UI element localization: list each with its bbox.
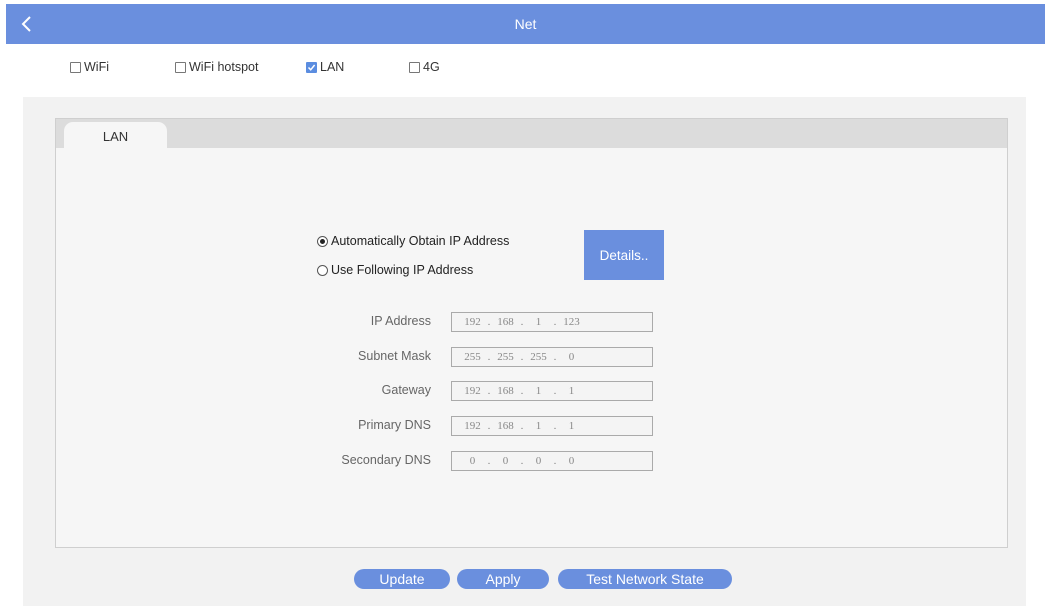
radio-manual-ip-label: Use Following IP Address bbox=[331, 263, 474, 277]
update-button[interactable]: Update bbox=[354, 569, 450, 589]
octet: 0 bbox=[502, 455, 509, 467]
subnet-mask-input[interactable]: 255. 255. 255. 0 bbox=[451, 347, 653, 367]
octet: 192 bbox=[464, 385, 481, 397]
checkbox-wifi-hotspot-label: WiFi hotspot bbox=[189, 60, 259, 74]
octet: 1 bbox=[568, 420, 575, 432]
octet: 0 bbox=[568, 351, 575, 363]
octet: 1 bbox=[535, 316, 542, 328]
details-button[interactable]: Details.. bbox=[584, 230, 664, 280]
primary-dns-label: Primary DNS bbox=[358, 418, 431, 432]
checkbox-icon bbox=[175, 61, 186, 73]
radio-selected-icon bbox=[317, 235, 328, 247]
octet: 0 bbox=[568, 455, 575, 467]
radio-manual-ip[interactable]: Use Following IP Address bbox=[317, 261, 473, 279]
secondary-dns-input[interactable]: 0. 0. 0. 0 bbox=[451, 451, 653, 471]
checkbox-wifi-hotspot[interactable]: WiFi hotspot bbox=[175, 56, 258, 78]
octet: 255 bbox=[464, 351, 481, 363]
tab-lan[interactable]: LAN bbox=[64, 122, 167, 149]
radio-auto-ip[interactable]: Automatically Obtain IP Address bbox=[317, 232, 509, 250]
octet: 168 bbox=[497, 420, 514, 432]
gateway-label: Gateway bbox=[381, 383, 431, 397]
gateway-input[interactable]: 192. 168. 1. 1 bbox=[451, 381, 653, 401]
octet: 0 bbox=[535, 455, 542, 467]
checkbox-lan-label: LAN bbox=[320, 60, 345, 74]
secondary-dns-label: Secondary DNS bbox=[341, 453, 431, 467]
octet: 123 bbox=[563, 316, 580, 328]
octet: 255 bbox=[530, 351, 547, 363]
octet: 168 bbox=[497, 316, 514, 328]
page-title: Net bbox=[514, 16, 537, 32]
ip-address-label: IP Address bbox=[370, 314, 431, 328]
octet: 255 bbox=[497, 351, 514, 363]
ip-address-input[interactable]: 192. 168. 1. 123 bbox=[451, 312, 653, 332]
octet: 1 bbox=[535, 385, 542, 397]
octet: 168 bbox=[497, 385, 514, 397]
checkbox-wifi-label: WiFi bbox=[84, 60, 109, 74]
subnet-mask-label: Subnet Mask bbox=[358, 349, 431, 363]
tab-strip: LAN bbox=[55, 118, 1008, 149]
octet: 1 bbox=[535, 420, 542, 432]
apply-button[interactable]: Apply bbox=[457, 569, 549, 589]
checkbox-checked-icon bbox=[306, 61, 317, 73]
checkbox-icon bbox=[409, 61, 420, 73]
radio-unselected-icon bbox=[317, 264, 328, 276]
octet: 192 bbox=[464, 316, 481, 328]
checkbox-4g-label: 4G bbox=[423, 60, 440, 74]
radio-auto-ip-label: Automatically Obtain IP Address bbox=[331, 234, 510, 248]
chevron-left-icon bbox=[21, 16, 31, 32]
octet: 192 bbox=[464, 420, 481, 432]
test-network-state-button[interactable]: Test Network State bbox=[558, 569, 732, 589]
octet: 1 bbox=[568, 385, 575, 397]
header-bar: Net bbox=[6, 4, 1045, 44]
checkbox-4g[interactable]: 4G bbox=[409, 56, 440, 78]
checkbox-wifi[interactable]: WiFi bbox=[70, 56, 109, 78]
octet: 0 bbox=[469, 455, 476, 467]
back-button[interactable] bbox=[6, 4, 48, 44]
net-type-selector: WiFi WiFi hotspot LAN 4G bbox=[0, 56, 1051, 78]
checkbox-lan[interactable]: LAN bbox=[306, 56, 344, 78]
checkbox-icon bbox=[70, 61, 81, 73]
primary-dns-input[interactable]: 192. 168. 1. 1 bbox=[451, 416, 653, 436]
